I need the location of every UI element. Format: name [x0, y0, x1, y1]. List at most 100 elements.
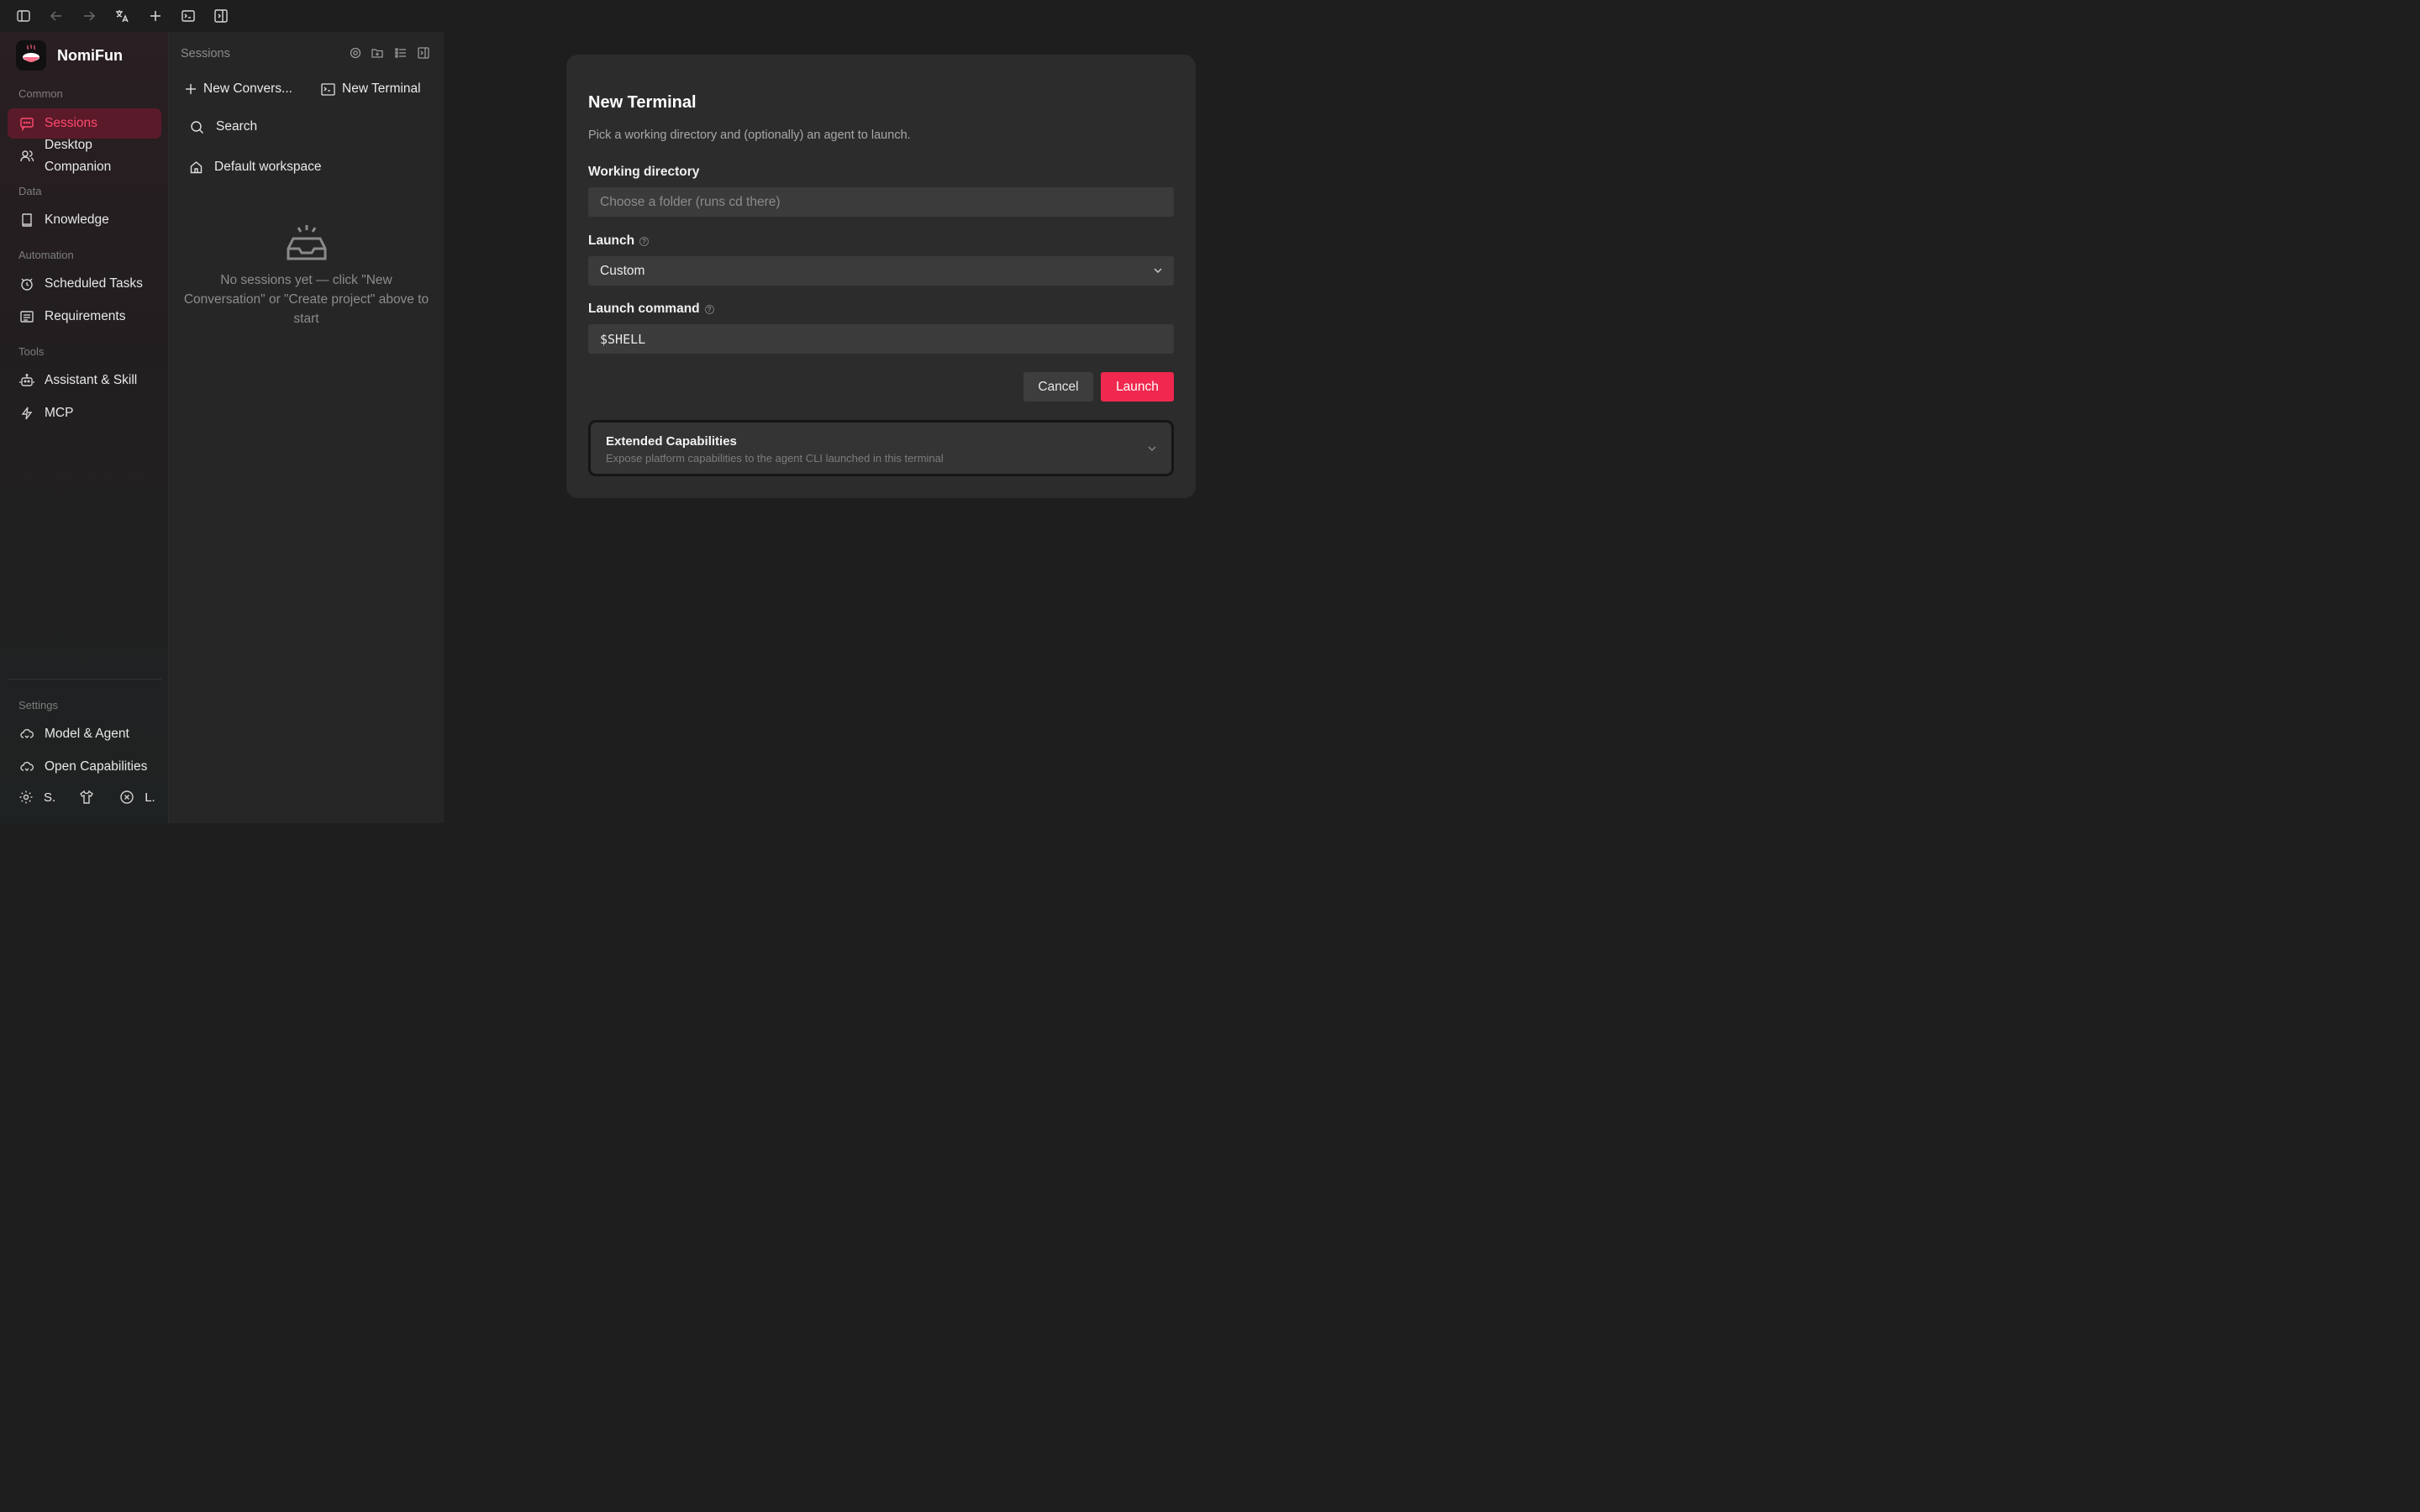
- translate-icon[interactable]: [113, 7, 131, 25]
- new-terminal-label: New Terminal: [342, 81, 421, 96]
- dialog-subtitle: Pick a working directory and (optionally…: [588, 129, 911, 142]
- sidebar-item-label: Model & Agent: [45, 727, 129, 741]
- chevron-down-icon: [1148, 446, 1156, 451]
- empty-text-line: No sessions yet — click "New: [220, 273, 392, 287]
- app-logo-icon: [16, 40, 46, 71]
- default-workspace-label: Default workspace: [214, 160, 322, 174]
- logout-short-label: L.: [145, 790, 155, 805]
- launch-command-value: $SHELL: [600, 331, 646, 347]
- users-icon: [20, 150, 34, 162]
- section-label-automation: Automation: [18, 249, 74, 261]
- sidebar-item-label: Requirements: [45, 309, 126, 323]
- sidebar-item-open-capabilities[interactable]: Open Capabilities: [8, 752, 161, 782]
- default-workspace-item[interactable]: Default workspace: [190, 160, 322, 175]
- sidebar-item-requirements[interactable]: Requirements: [8, 302, 161, 332]
- section-label-settings: Settings: [18, 699, 58, 711]
- sidebar-item-desktop-companion[interactable]: Desktop Companion: [8, 134, 161, 178]
- close-circle-icon: [120, 790, 134, 804]
- robot-icon: [19, 374, 34, 386]
- divider: [8, 679, 161, 680]
- dialog-title: New Terminal: [588, 93, 697, 112]
- plus-icon: [186, 84, 196, 94]
- section-label-tools: Tools: [18, 345, 45, 358]
- chat-icon: [20, 118, 34, 131]
- new-terminal-button[interactable]: New Terminal: [321, 78, 421, 100]
- working-directory-input[interactable]: Choose a folder (runs cd there): [588, 187, 1174, 217]
- theme-button[interactable]: [79, 790, 94, 805]
- terminal-icon: [321, 82, 335, 96]
- working-directory-label: Working directory: [588, 165, 699, 180]
- cloud-sync-icon: [20, 728, 34, 738]
- cloud-sync-icon: [20, 761, 34, 771]
- settings-short-label: S.: [44, 790, 56, 805]
- extended-capabilities-panel[interactable]: Extended Capabilities Expose platform ca…: [588, 420, 1174, 476]
- launch-command-input[interactable]: $SHELL: [588, 324, 1174, 354]
- launch-select-value: Custom: [600, 263, 645, 278]
- sidebar-item-label: Sessions: [45, 116, 97, 130]
- sidebar-item-assistant-skill[interactable]: Assistant & Skill: [8, 365, 161, 396]
- sessions-panel: Sessions New Convers... New Terminal Sea…: [169, 32, 444, 823]
- brand[interactable]: NomiFun: [16, 40, 123, 71]
- extended-capabilities-title: Extended Capabilities: [606, 434, 737, 449]
- top-toolbar: [0, 0, 1318, 32]
- help-icon[interactable]: ?: [639, 236, 650, 246]
- working-directory-placeholder: Choose a folder (runs cd there): [600, 194, 781, 209]
- search-item[interactable]: Search: [190, 119, 257, 134]
- new-conversation-label: New Convers...: [203, 81, 292, 96]
- search-icon: [191, 120, 203, 134]
- sessions-title: Sessions: [181, 47, 230, 60]
- terminal-icon[interactable]: [179, 7, 197, 25]
- launch-command-label: Launch command ?: [588, 302, 714, 317]
- lightning-icon: [21, 407, 33, 420]
- new-conversation-button[interactable]: New Convers...: [185, 78, 292, 100]
- sidebar-item-mcp[interactable]: MCP: [8, 398, 161, 428]
- chevron-down-icon: [1154, 268, 1162, 273]
- empty-text-line: Conversation" or "Create project" above …: [183, 292, 429, 307]
- launch-select[interactable]: Custom: [588, 256, 1174, 286]
- list-view-icon[interactable]: [394, 46, 408, 60]
- book-icon: [22, 213, 32, 227]
- new-terminal-dialog: New Terminal Pick a working directory an…: [566, 55, 1196, 498]
- sidebar-item-label: Assistant & Skill: [45, 373, 138, 387]
- collapse-panel-icon[interactable]: [417, 46, 430, 60]
- alarm-clock-icon: [21, 278, 33, 291]
- launch-label-text: Launch: [588, 234, 635, 248]
- sidebar-item-label: Desktop: [45, 138, 92, 152]
- gear-icon: [19, 790, 33, 804]
- launch-command-label-text: Launch command: [588, 302, 700, 316]
- folder-plus-icon[interactable]: [371, 46, 384, 60]
- panel-right-icon[interactable]: [212, 7, 230, 25]
- home-icon: [190, 161, 203, 174]
- sidebar-bottom-row: S. L.: [18, 790, 155, 805]
- launch-label: Launch ?: [588, 234, 650, 249]
- launch-button[interactable]: Launch: [1101, 372, 1174, 402]
- sidebar-item-label: Companion: [45, 160, 112, 174]
- sidebar-toggle-icon[interactable]: [14, 7, 33, 25]
- cancel-button[interactable]: Cancel: [1023, 372, 1093, 402]
- sidebar-item-model-agent[interactable]: Model & Agent: [8, 719, 161, 749]
- search-label: Search: [216, 119, 258, 134]
- sidebar-item-label: Open Capabilities: [45, 759, 148, 774]
- sidebar-item-label: MCP: [45, 406, 74, 420]
- empty-state: No sessions yet — click "New Conversatio…: [169, 223, 444, 328]
- section-label-common: Common: [18, 87, 63, 100]
- gear-icon[interactable]: [349, 46, 362, 60]
- settings-button[interactable]: S.: [18, 790, 55, 805]
- sidebar-item-label: Scheduled Tasks: [45, 276, 143, 291]
- logout-button[interactable]: L.: [119, 790, 155, 805]
- empty-text-line: start: [293, 312, 319, 326]
- section-label-data: Data: [18, 185, 42, 197]
- back-arrow-icon[interactable]: [47, 7, 66, 25]
- list-icon: [20, 311, 34, 323]
- forward-arrow-icon[interactable]: [80, 7, 98, 25]
- help-icon[interactable]: ?: [704, 304, 714, 314]
- working-directory-label-text: Working directory: [588, 165, 700, 179]
- brand-name: NomiFun: [57, 46, 123, 64]
- plus-icon[interactable]: [146, 7, 165, 25]
- sidebar-item-knowledge[interactable]: Knowledge: [8, 205, 161, 235]
- sidebar: NomiFun Common Sessions Desktop Companio…: [0, 32, 169, 823]
- shirt-icon: [80, 790, 94, 804]
- sidebar-item-scheduled-tasks[interactable]: Scheduled Tasks: [8, 269, 161, 299]
- inbox-icon: [287, 225, 326, 260]
- extended-capabilities-subtitle: Expose platform capabilities to the agen…: [606, 452, 944, 465]
